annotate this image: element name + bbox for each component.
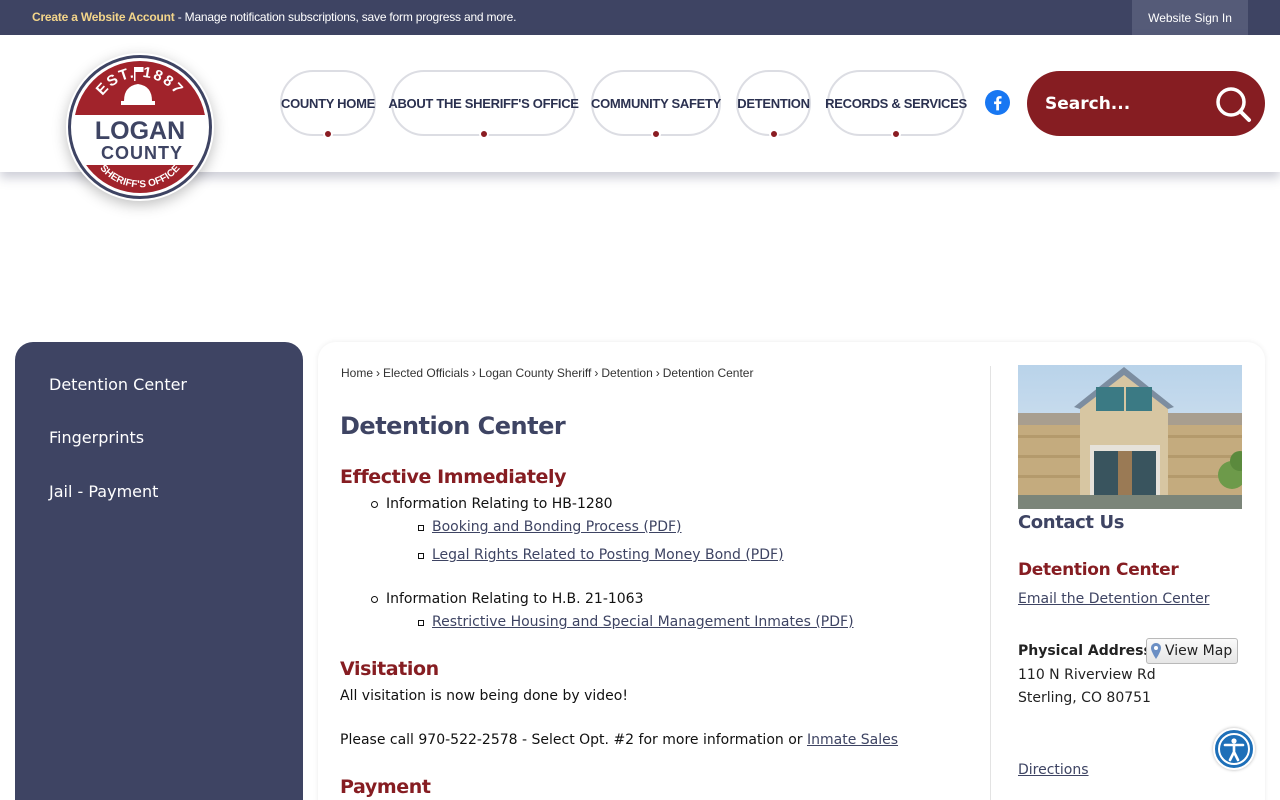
- nav-detention[interactable]: DETENTION: [736, 70, 811, 139]
- account-message-text: - Manage notification subscriptions, sav…: [174, 10, 517, 24]
- nav-about-sheriffs-office[interactable]: ABOUT THE SHERIFF'S OFFICE: [388, 70, 579, 139]
- map-pin-icon: [1151, 643, 1161, 659]
- bullet: [418, 553, 424, 559]
- sign-in-button[interactable]: Website Sign In: [1132, 0, 1248, 35]
- nav-indicator-dot: [768, 129, 779, 139]
- physical-address-label: Physical Address: [1018, 643, 1152, 659]
- visitation-text: All visitation is now being done by vide…: [340, 688, 628, 704]
- directions-link[interactable]: Directions: [1018, 762, 1089, 778]
- email-detention-link[interactable]: Email the Detention Center: [1018, 591, 1209, 607]
- nav-label: DETENTION: [737, 95, 810, 111]
- search-icon[interactable]: [1213, 84, 1253, 124]
- visitation-heading: Visitation: [340, 658, 439, 680]
- top-utility-bar: Create a Website Account - Manage notifi…: [0, 0, 1280, 35]
- logo-line1: LOGAN: [95, 117, 185, 145]
- breadcrumb: Home › Elected Officials › Logan County Sher…: [341, 366, 754, 380]
- search-bar: [1027, 71, 1265, 136]
- contact-department: Detention Center: [1018, 560, 1179, 580]
- nav-indicator-dot: [891, 129, 901, 139]
- site-header: EST. 1887 LOGAN COUNTY SHERIFF'S OFFICE …: [0, 35, 1280, 201]
- breadcrumb-elected-officials[interactable]: Elected Officials: [383, 366, 469, 380]
- nav-community-safety[interactable]: COMMUNITY SAFETY: [590, 70, 722, 139]
- search-input[interactable]: [1045, 89, 1205, 119]
- nav-label: COMMUNITY SAFETY: [590, 95, 722, 111]
- nav-indicator-dot: [478, 129, 489, 139]
- page-title: Detention Center: [340, 412, 566, 440]
- legal-rights-link[interactable]: Legal Rights Related to Posting Money Bo…: [432, 547, 784, 563]
- nav-label: COUNTY HOME: [281, 95, 375, 111]
- account-message: Create a Website Account - Manage notifi…: [32, 10, 516, 24]
- breadcrumb-detention[interactable]: Detention: [601, 366, 652, 380]
- view-map-button[interactable]: View Map: [1146, 638, 1238, 664]
- hb21-1063-text: Information Relating to H.B. 21-1063: [386, 591, 644, 607]
- sidebar-item-fingerprints[interactable]: Fingerprints: [49, 428, 144, 447]
- sidebar-nav: Detention Center Fingerprints Jail - Pay…: [15, 342, 303, 800]
- column-divider: [990, 366, 991, 800]
- nav-county-home[interactable]: COUNTY HOME: [280, 70, 376, 139]
- logo-line2: COUNTY: [101, 143, 183, 163]
- nav-label: ABOUT THE SHERIFF'S OFFICE: [388, 95, 579, 111]
- breadcrumb-logan-county-sheriff[interactable]: Logan County Sheriff: [479, 366, 592, 380]
- bullet: [418, 525, 424, 531]
- bullet: [418, 620, 424, 626]
- booking-bonding-link[interactable]: Booking and Bonding Process (PDF): [432, 519, 682, 535]
- logo[interactable]: EST. 1887 LOGAN COUNTY SHERIFF'S OFFICE: [66, 53, 214, 201]
- contact-heading: Contact Us: [1018, 512, 1125, 533]
- logo-badge: EST. 1887 LOGAN COUNTY SHERIFF'S OFFICE: [68, 55, 212, 199]
- accessibility-icon[interactable]: [1213, 728, 1255, 770]
- effective-heading: Effective Immediately: [340, 466, 567, 488]
- visitation-call-text: Please call 970-522-2578 - Select Opt. #…: [340, 732, 898, 748]
- address-line2: Sterling, CO 80751: [1018, 690, 1151, 706]
- sidebar-item-jail-payment[interactable]: Jail - Payment: [49, 482, 158, 501]
- restrictive-housing-link[interactable]: Restrictive Housing and Special Manageme…: [432, 614, 854, 630]
- facebook-icon[interactable]: [985, 90, 1010, 115]
- nav-label: RECORDS & SERVICES: [825, 95, 967, 111]
- view-map-label: View Map: [1165, 643, 1233, 659]
- visitation-call-line: Please call 970-522-2578 - Select Opt. #…: [340, 732, 807, 748]
- create-account-link[interactable]: Create a Website Account: [32, 10, 175, 24]
- detention-center-photo: [1018, 365, 1242, 509]
- bullet: [371, 596, 378, 603]
- nav-indicator-dot: [651, 129, 661, 139]
- hb1280-text: Information Relating to HB-1280: [386, 496, 613, 512]
- payment-heading: Payment: [340, 776, 431, 798]
- nav-records-services[interactable]: RECORDS & SERVICES: [825, 70, 967, 139]
- breadcrumb-current: Detention Center: [662, 366, 754, 380]
- sidebar-item-detention-center[interactable]: Detention Center: [49, 375, 187, 394]
- breadcrumb-home[interactable]: Home: [341, 366, 373, 380]
- bullet: [371, 501, 378, 508]
- address-line1: 110 N Riverview Rd: [1018, 667, 1156, 683]
- inmate-sales-link[interactable]: Inmate Sales: [807, 732, 898, 748]
- nav-indicator-dot: [323, 129, 333, 139]
